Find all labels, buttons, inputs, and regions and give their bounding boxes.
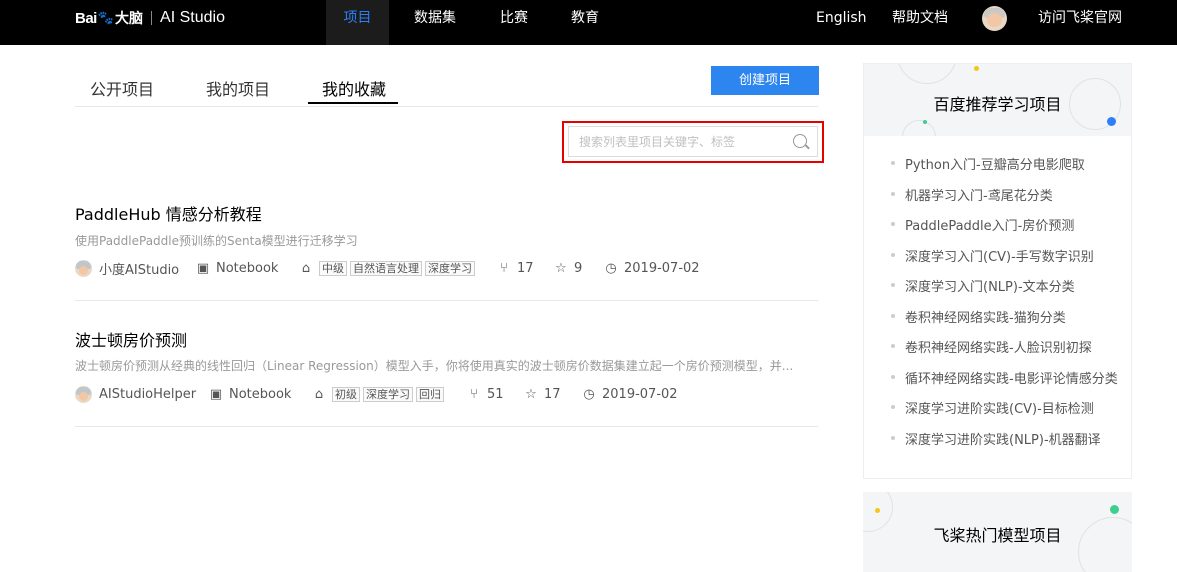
nav-education[interactable]: 教育	[547, 0, 623, 45]
logo-divider	[151, 11, 153, 25]
recommended-item[interactable]: 深度学习进阶实践(NLP)-机器翻译	[891, 429, 1118, 460]
star-count[interactable]: ☆ 17	[524, 386, 561, 402]
nav-datasets[interactable]: 数据集	[389, 0, 481, 45]
hot-models-panel: 飞桨热门模型项目	[863, 492, 1132, 572]
search-icon[interactable]	[793, 134, 807, 148]
logo-brand: Bai	[75, 9, 97, 27]
project-card[interactable]: 波士顿房价预测 波士顿房价预测从经典的线性回归（Linear Regressio…	[75, 301, 818, 427]
search-box	[568, 126, 818, 157]
top-navbar: Bai 🐾 大脑 AI Studio 项目 数据集 比赛 教育 English …	[0, 0, 1177, 45]
star-icon: ☆	[555, 260, 567, 276]
paw-icon: 🐾	[97, 10, 115, 25]
fork-icon: ⑂	[470, 386, 478, 402]
project-type-label: Notebook	[216, 260, 279, 276]
tag-icon: ⌂	[314, 386, 324, 402]
decor-dot	[974, 66, 979, 71]
project-date-value: 2019-07-02	[624, 260, 700, 276]
fork-count-value: 17	[517, 260, 534, 276]
help-docs-link[interactable]: 帮助文档	[892, 0, 948, 36]
recommended-item[interactable]: 机器学习入门-鸢尾花分类	[891, 185, 1118, 216]
decor-dot	[1110, 505, 1119, 514]
recommended-item[interactable]: 循环神经网络实践-电影评论情感分类	[891, 368, 1118, 399]
notebook-icon: ▣	[196, 260, 210, 276]
project-tabs: 公开项目 我的项目 我的收藏	[75, 62, 818, 107]
tag-badge[interactable]: 深度学习	[363, 386, 413, 402]
project-date-value: 2019-07-02	[602, 386, 678, 402]
project-type-label: Notebook	[229, 386, 292, 402]
tag-badge[interactable]: 初级	[332, 386, 360, 402]
tag-badge[interactable]: 深度学习	[425, 260, 475, 276]
recommended-item[interactable]: 深度学习进阶实践(CV)-目标检测	[891, 398, 1118, 429]
recommended-item[interactable]: PaddlePaddle入门-房价预测	[891, 215, 1118, 246]
decor-circle	[902, 120, 936, 136]
nav-competitions[interactable]: 比赛	[481, 0, 547, 45]
notebook-icon: ▣	[209, 386, 223, 402]
tab-public-projects[interactable]: 公开项目	[90, 76, 154, 100]
tag-badge[interactable]: 自然语言处理	[350, 260, 422, 276]
fork-count: ⑂ 51	[467, 386, 504, 402]
nav-projects[interactable]: 项目	[326, 0, 389, 45]
logo-product: AI Studio	[160, 9, 225, 26]
project-author[interactable]: 小度AIStudio	[75, 259, 179, 278]
visit-paddle-link[interactable]: 访问飞桨官网	[1038, 0, 1122, 36]
recommended-header: 百度推荐学习项目	[864, 64, 1131, 136]
fork-count-value: 51	[487, 386, 504, 402]
project-type: ▣ Notebook	[209, 386, 292, 402]
author-avatar	[75, 385, 92, 403]
recommended-item[interactable]: Python入门-豆瓣高分电影爬取	[891, 154, 1118, 185]
recommended-item[interactable]: 卷积神经网络实践-猫狗分类	[891, 307, 1118, 338]
decor-dot	[1107, 117, 1116, 126]
project-tags: ⌂ 初级 深度学习 回归	[312, 386, 447, 402]
recommended-projects-panel: 百度推荐学习项目 Python入门-豆瓣高分电影爬取 机器学习入门-鸢尾花分类 …	[863, 63, 1132, 479]
project-date: ◷ 2019-07-02	[582, 386, 678, 402]
author-name: 小度AIStudio	[99, 262, 180, 278]
active-tab-indicator	[308, 102, 398, 104]
tab-my-projects[interactable]: 我的项目	[206, 76, 270, 100]
clock-icon: ◷	[583, 386, 595, 402]
tag-badge[interactable]: 回归	[416, 386, 444, 402]
fork-count: ⑂ 17	[497, 260, 534, 276]
tag-badge[interactable]: 中级	[319, 260, 347, 276]
recommended-title: 百度推荐学习项目	[933, 95, 1062, 114]
project-title[interactable]: 波士顿房价预测	[75, 327, 187, 351]
star-count[interactable]: ☆ 9	[554, 261, 582, 276]
recommended-list: Python入门-豆瓣高分电影爬取 机器学习入门-鸢尾花分类 PaddlePad…	[891, 154, 1118, 459]
project-date: ◷ 2019-07-02	[604, 260, 700, 276]
recommended-item[interactable]: 卷积神经网络实践-人脸识别初探	[891, 337, 1118, 368]
star-icon: ☆	[525, 386, 537, 402]
search-input[interactable]	[569, 127, 779, 156]
clock-icon: ◷	[605, 260, 617, 276]
author-avatar	[75, 259, 92, 277]
project-card[interactable]: PaddleHub 情感分析教程 使用PaddlePaddle预训练的Senta…	[75, 190, 818, 301]
logo-du: 大脑	[115, 10, 144, 26]
project-tags: ⌂ 中级 自然语言处理 深度学习	[299, 260, 478, 276]
baidu-ai-studio-logo[interactable]: Bai 🐾 大脑 AI Studio	[75, 0, 225, 36]
decor-circle	[897, 64, 957, 84]
project-title[interactable]: PaddleHub 情感分析教程	[75, 201, 262, 225]
recommended-item[interactable]: 深度学习入门(NLP)-文本分类	[891, 276, 1118, 307]
project-description: 使用PaddlePaddle预训练的Senta模型进行迁移学习	[75, 234, 358, 248]
decor-dot	[923, 120, 927, 124]
main-nav: 项目 数据集 比赛 教育	[326, 0, 623, 45]
author-name: AIStudioHelper	[99, 386, 197, 402]
fork-icon: ⑂	[500, 260, 508, 276]
tab-my-favorites[interactable]: 我的收藏	[322, 76, 386, 100]
recommended-item[interactable]: 深度学习入门(CV)-手写数字识别	[891, 246, 1118, 277]
star-count-value: 9	[574, 260, 583, 276]
hot-models-title: 飞桨热门模型项目	[933, 526, 1062, 545]
star-count-value: 17	[544, 386, 561, 402]
decor-dot	[875, 508, 880, 513]
project-description: 波士顿房价预测从经典的线性回归（Linear Regression）模型入手，你…	[75, 359, 794, 373]
project-type: ▣ Notebook	[196, 260, 279, 276]
language-switch[interactable]: English	[816, 0, 867, 36]
tag-icon: ⌂	[301, 260, 311, 276]
user-avatar[interactable]	[982, 6, 1007, 31]
create-project-button[interactable]: 创建项目	[711, 66, 819, 95]
project-author[interactable]: AIStudioHelper	[75, 385, 197, 403]
